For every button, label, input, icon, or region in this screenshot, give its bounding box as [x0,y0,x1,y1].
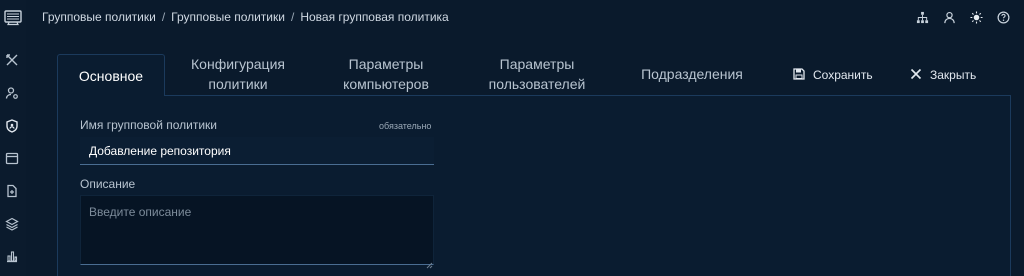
shield-icon[interactable] [4,118,20,134]
description-textarea[interactable] [80,195,434,265]
tab-label: Параметры [348,56,424,72]
tab-policy-configuration[interactable]: Конфигурация политики [176,54,300,94]
sun-icon[interactable] [969,10,983,24]
close-label: Закрыть [930,68,977,82]
sidebar [0,0,26,276]
calendar-icon[interactable] [4,150,20,166]
tab-label: Параметры [499,56,575,72]
tab-label: политики [208,76,268,92]
policy-name-label: Имя групповой политики [80,118,218,132]
resize-grip-icon[interactable] [425,256,433,269]
user-icon[interactable] [942,10,956,24]
tab-user-parameters[interactable]: Параметры пользователей [467,54,607,94]
breadcrumb-separator: / [161,10,166,24]
close-button[interactable]: Закрыть [910,66,976,84]
breadcrumb-separator: / [290,10,295,24]
sitemap-icon[interactable] [915,10,929,24]
tab-label: пользователей [488,76,586,92]
app-logo-icon[interactable] [3,7,23,27]
topbar-icons [915,10,1010,24]
chart-icon[interactable] [4,248,20,264]
breadcrumb-item[interactable]: Групповые политики [42,10,156,26]
save-icon [793,67,805,83]
tab-computer-parameters[interactable]: Параметры компьютеров [322,54,450,94]
breadcrumb-current: Новая групповая политика [300,10,449,24]
close-icon [910,68,922,83]
tools-icon[interactable] [4,52,20,68]
tab-label: Конфигурация [191,56,285,72]
help-icon[interactable] [996,10,1010,24]
document-icon[interactable] [4,183,20,199]
user-settings-icon[interactable] [4,85,20,101]
tab-label: Подразделения [641,66,743,82]
layers-icon[interactable] [4,216,20,232]
save-label: Сохранить [813,68,873,82]
tab-general[interactable]: Основное [57,54,165,96]
tab-label: компьютеров [343,76,429,92]
tab-departments[interactable]: Подразделения [628,54,756,94]
policy-name-input[interactable] [80,137,434,165]
breadcrumb: Групповые политики / Групповые политики … [42,10,449,26]
breadcrumb-item[interactable]: Групповые политики [171,10,285,26]
required-hint: обязательно [379,121,432,131]
description-label: Описание [80,177,136,191]
save-button[interactable]: Сохранить [793,66,873,84]
